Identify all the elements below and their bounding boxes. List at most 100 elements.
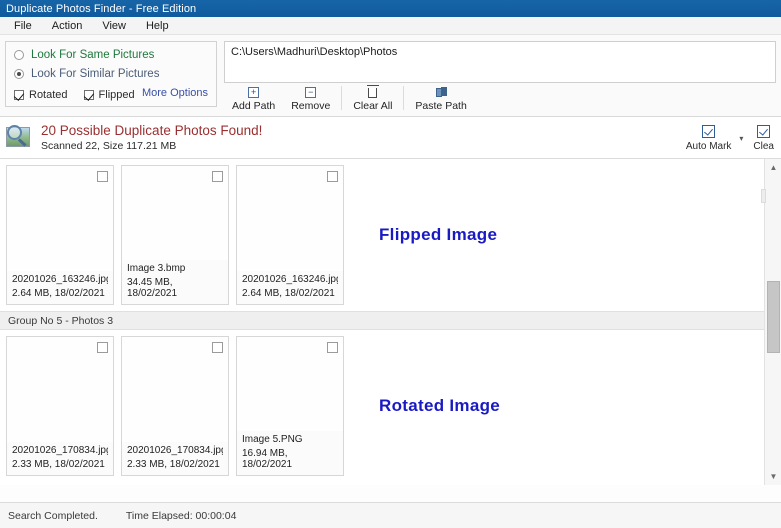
add-path-button[interactable]: + Add Path <box>224 86 283 112</box>
photo-card[interactable]: Image 5.PNG 16.94 MB, 18/02/2021 <box>236 336 344 476</box>
photo-filename: 20201026_163246.jpg <box>242 274 338 285</box>
photo-details: 2.64 MB, 18/02/2021 <box>242 288 335 299</box>
checkbox-flipped[interactable] <box>83 90 94 100</box>
photo-card[interactable]: 20201026_170834.jpg 2.33 MB, 18/02/2021 <box>6 336 114 476</box>
checkbox-flipped-label: Flipped <box>98 89 135 101</box>
radio-similar-pictures-label: Look For Similar Pictures <box>31 68 160 80</box>
search-mode-box: Look For Same Pictures Look For Similar … <box>5 41 217 107</box>
photo-thumbnail <box>123 188 227 244</box>
photo-filename: 20201026_163246.jpg <box>12 274 108 285</box>
application-window: Duplicate Photos Finder - Free Edition F… <box>0 0 781 528</box>
clipboard-icon <box>435 86 447 99</box>
chevron-down-icon[interactable]: ▾ <box>739 134 745 143</box>
photo-group-1: 20201026_163246.jpg 2.64 MB, 18/02/2021 … <box>0 159 764 311</box>
photo-group-2: 20201026_170834.jpg 2.33 MB, 18/02/2021 … <box>0 330 764 482</box>
auto-mark-button[interactable]: Auto Mark <box>679 118 739 158</box>
toolbar-separator-2 <box>403 86 405 110</box>
photo-checkbox[interactable] <box>212 342 223 353</box>
scrollbar-thumb[interactable] <box>767 281 780 353</box>
clear-all-button[interactable]: Clear All <box>345 84 400 112</box>
photo-card[interactable]: 20201026_163246.jpg 2.64 MB, 18/02/2021 <box>6 165 114 305</box>
photo-filename: 20201026_170834.jpg <box>12 445 108 456</box>
clear-all-label: Clear All <box>353 100 393 112</box>
remove-path-button[interactable]: − Remove <box>283 86 338 112</box>
photo-details: 34.45 MB, 18/02/2021 <box>127 277 178 299</box>
photo-checkbox[interactable] <box>327 342 338 353</box>
menu-action-label: Action <box>51 19 83 32</box>
photo-checkbox[interactable] <box>327 171 338 182</box>
remove-path-label: Remove <box>291 100 331 112</box>
photo-details: 16.94 MB, 18/02/2021 <box>242 448 293 470</box>
menu-file[interactable]: File <box>5 19 41 33</box>
photo-checkbox[interactable] <box>97 171 108 182</box>
photo-metadata: 20201026_170834.jpg 2.33 MB, 18/02/2021 <box>122 442 228 475</box>
scrollbar-nub <box>761 189 766 203</box>
photo-metadata: 20201026_170834.jpg 2.33 MB, 18/02/2021 <box>7 442 113 475</box>
clear-label: Clea <box>753 140 774 152</box>
status-bar: Search Completed. Time Elapsed: 00:00:04 <box>0 502 781 528</box>
title-bar: Duplicate Photos Finder - Free Edition <box>0 0 781 17</box>
photo-thumbnail <box>8 365 112 421</box>
photo-checkbox[interactable] <box>212 171 223 182</box>
photo-checkbox[interactable] <box>97 342 108 353</box>
results-header-text: 20 Possible Duplicate Photos Found! Scan… <box>41 123 262 152</box>
paste-path-button[interactable]: Paste Path <box>407 86 474 112</box>
path-list[interactable]: C:\Users\Madhuri\Desktop\Photos <box>224 41 776 83</box>
group-annotation: Rotated Image <box>379 396 501 415</box>
clear-icon <box>757 124 771 138</box>
paste-path-label: Paste Path <box>415 100 467 112</box>
results-body: 20201026_163246.jpg 2.64 MB, 18/02/2021 … <box>0 159 781 485</box>
plus-square-icon: + <box>248 86 260 99</box>
scroll-down-arrow-icon[interactable]: ▼ <box>765 468 781 485</box>
more-options-link[interactable]: More Options <box>142 87 208 99</box>
path-list-item[interactable]: C:\Users\Madhuri\Desktop\Photos <box>231 46 769 58</box>
window-title: Duplicate Photos Finder - Free Edition <box>6 2 197 15</box>
photo-filename: Image 5.PNG <box>242 434 303 445</box>
results-scroll-pane: 20201026_163246.jpg 2.64 MB, 18/02/2021 … <box>0 159 764 485</box>
radio-same-pictures-indicator <box>14 50 24 60</box>
photo-details: 2.33 MB, 18/02/2021 <box>127 459 220 470</box>
status-text: Search Completed. <box>8 509 98 522</box>
menu-help-label: Help <box>145 19 169 32</box>
auto-mark-label: Auto Mark <box>685 140 732 152</box>
search-options-panel: Look For Same Pictures Look For Similar … <box>0 35 781 117</box>
radio-same-pictures[interactable]: Look For Same Pictures <box>14 48 208 62</box>
photo-thumbnail <box>238 359 342 415</box>
scroll-up-arrow-icon[interactable]: ▲ <box>765 159 781 176</box>
photo-card[interactable]: 20201026_163246.jpg 2.64 MB, 18/02/2021 <box>236 165 344 305</box>
scan-summary: Scanned 22, Size 117.21 MB <box>41 140 177 152</box>
photo-details: 2.64 MB, 18/02/2021 <box>12 288 105 299</box>
photo-card[interactable]: 20201026_170834.jpg 2.33 MB, 18/02/2021 <box>121 336 229 476</box>
vertical-scrollbar[interactable]: ▲ ▼ <box>761 159 781 485</box>
check-square-icon <box>702 124 716 138</box>
photo-thumbnail <box>238 194 342 250</box>
photo-details: 2.33 MB, 18/02/2021 <box>12 459 105 470</box>
photo-thumbnail <box>123 365 227 421</box>
photo-filename: 20201026_170834.jpg <box>127 445 223 456</box>
duplicates-found-title: 20 Possible Duplicate Photos Found! <box>41 123 263 138</box>
trash-icon <box>367 84 380 99</box>
clear-button[interactable]: Clea <box>746 118 781 158</box>
menu-action[interactable]: Action <box>43 19 92 33</box>
group-separator-label: Group No 5 - Photos 3 <box>8 314 114 327</box>
photo-metadata: Image 3.bmp 34.45 MB, 18/02/2021 <box>122 260 228 304</box>
photo-card[interactable]: Image 3.bmp 34.45 MB, 18/02/2021 <box>121 165 229 305</box>
photo-metadata: 20201026_163246.jpg 2.64 MB, 18/02/2021 <box>7 271 113 304</box>
radio-similar-pictures-indicator <box>14 69 24 79</box>
group-annotation: Flipped Image <box>379 225 498 244</box>
magnifier-photo-icon <box>6 124 34 151</box>
menu-view[interactable]: View <box>93 19 135 33</box>
menu-help[interactable]: Help <box>137 19 178 33</box>
time-elapsed-text: Time Elapsed: 00:00:04 <box>125 509 237 522</box>
photo-metadata: Image 5.PNG 16.94 MB, 18/02/2021 <box>237 431 343 475</box>
toolbar-separator <box>341 86 343 110</box>
add-path-label: Add Path <box>232 100 276 112</box>
photo-filename: Image 3.bmp <box>127 263 186 274</box>
path-toolbar: + Add Path − Remove Clear All Paste Path <box>224 84 776 116</box>
checkbox-rotated-label: Rotated <box>29 89 68 101</box>
photo-metadata: 20201026_163246.jpg 2.64 MB, 18/02/2021 <box>237 271 343 304</box>
checkbox-rotated[interactable] <box>14 90 24 100</box>
radio-similar-pictures[interactable]: Look For Similar Pictures <box>14 67 208 81</box>
menu-view-label: View <box>102 19 126 32</box>
minus-square-icon: − <box>305 86 317 99</box>
